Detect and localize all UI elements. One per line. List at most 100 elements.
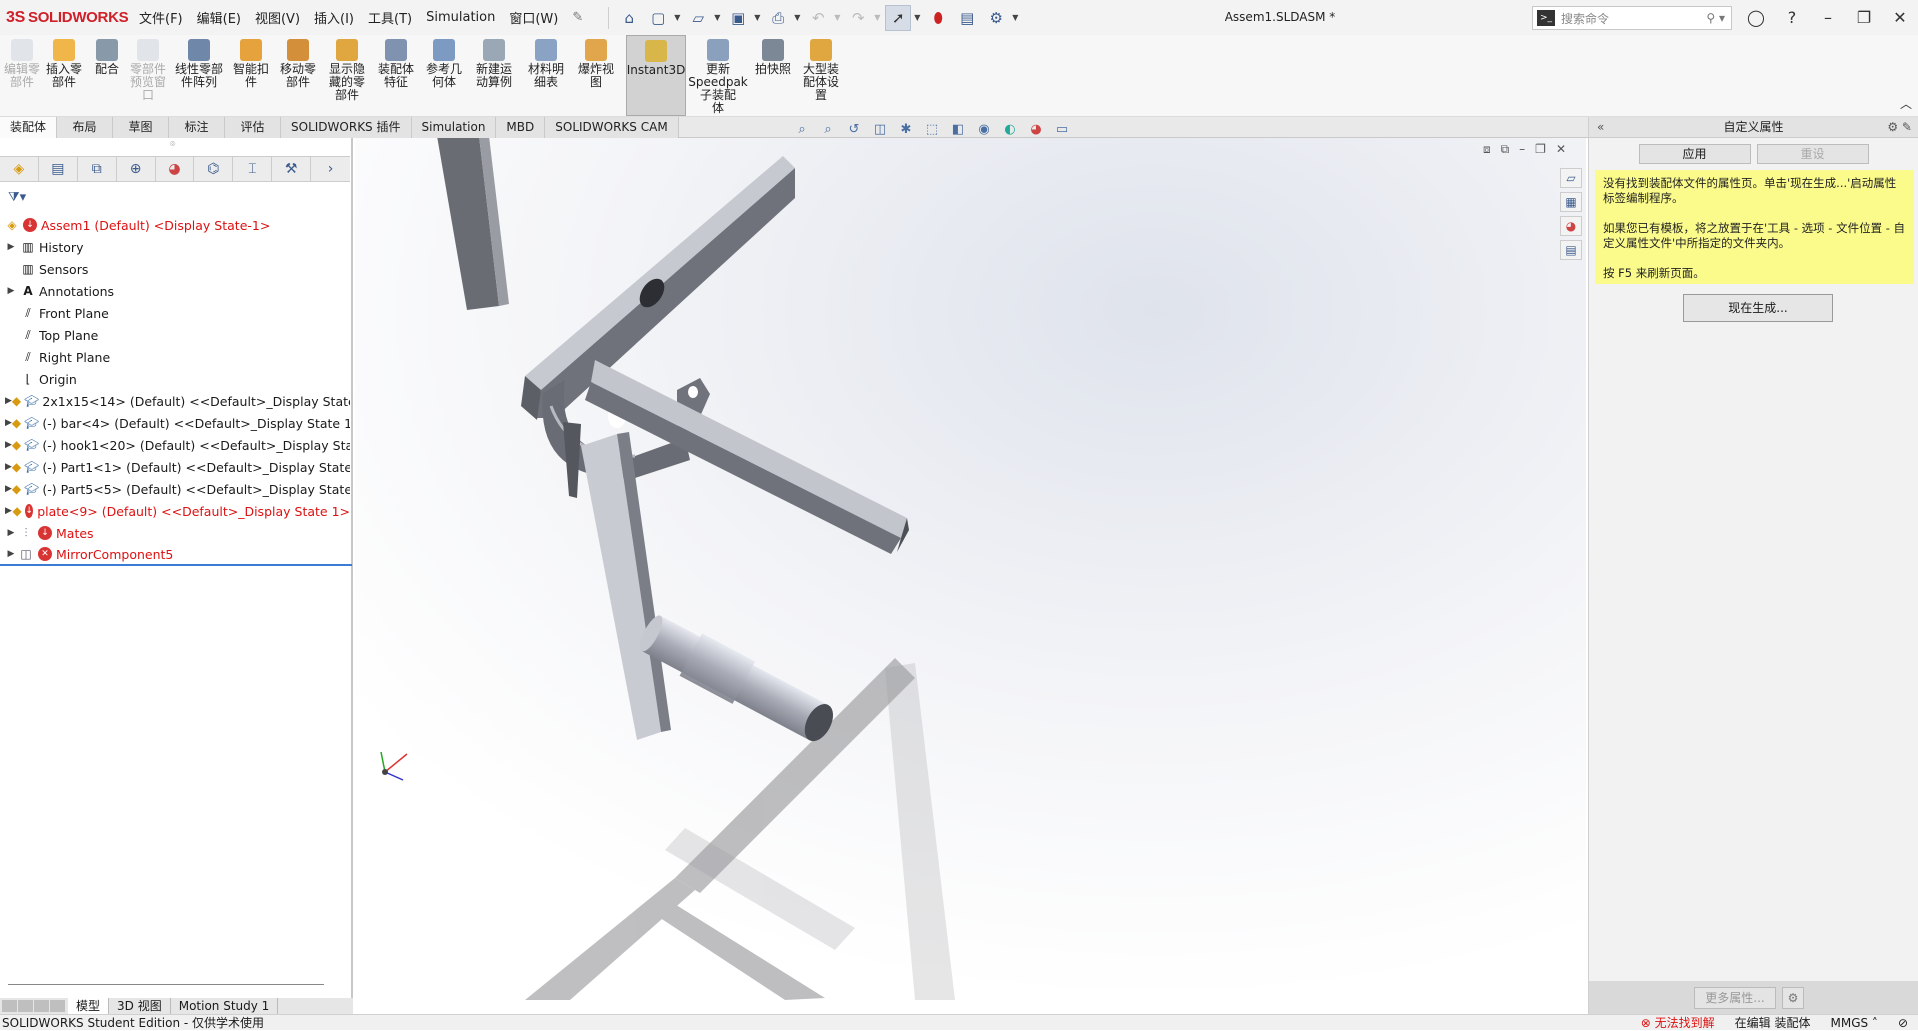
more-properties-button[interactable]: 更多属性... bbox=[1694, 986, 1776, 1009]
instant3d-button[interactable]: Instant3D bbox=[626, 35, 686, 116]
tab-sketch[interactable]: 草图 bbox=[113, 117, 170, 138]
new-document-icon[interactable]: ▢ bbox=[645, 5, 671, 31]
status-help-icon[interactable]: ⊘ bbox=[1898, 1015, 1908, 1031]
filter-icon[interactable]: ⧩▾ bbox=[8, 190, 26, 205]
dimxpert-tab-icon[interactable]: ⊕ bbox=[117, 157, 156, 181]
menu-simulation[interactable]: Simulation bbox=[419, 10, 502, 25]
cam-tools-tab-icon[interactable]: ⚒ bbox=[272, 157, 312, 181]
tree-root-assembly[interactable]: ◈ ↓ Assem1 (Default) <Display State-1> bbox=[0, 214, 350, 236]
undo-icon[interactable]: ↶ bbox=[805, 5, 831, 31]
options-gear-icon[interactable]: ⚙ bbox=[983, 5, 1009, 31]
expand-arrow-icon[interactable]: ▶ bbox=[5, 286, 17, 296]
tab-assembly[interactable]: 装配体 bbox=[0, 117, 58, 138]
hide-show-items-icon[interactable]: ◉ bbox=[974, 121, 994, 137]
tree-item-origin[interactable]: ⌊ Origin bbox=[0, 368, 350, 390]
display-style-icon[interactable]: ◧ bbox=[948, 121, 968, 137]
exploded-view-button[interactable]: 爆炸视 图 bbox=[572, 35, 620, 116]
select-cursor-icon[interactable]: ➚ bbox=[885, 4, 912, 31]
cam-feature-tree-tab-icon[interactable]: ⌬ bbox=[194, 157, 234, 181]
file-explorer-icon[interactable]: ▱ bbox=[1560, 168, 1582, 188]
panel-splitter-handle[interactable]: ⌾ bbox=[170, 140, 175, 150]
configuration-manager-tab-icon[interactable]: ⧉ bbox=[78, 157, 117, 181]
property-manager-tab-icon[interactable]: ▤ bbox=[39, 157, 78, 181]
linear-pattern-button[interactable]: 线性零部 件阵列 bbox=[170, 35, 228, 116]
tab-solidworks-cam[interactable]: SOLIDWORKS CAM bbox=[545, 117, 679, 138]
zoom-to-fit-icon[interactable]: ⌕ bbox=[792, 121, 812, 137]
help-icon[interactable]: ? bbox=[1774, 8, 1810, 27]
smart-fasteners-button[interactable]: 智能扣 件 bbox=[228, 35, 274, 116]
feature-manager-tab-icon[interactable]: ◈ bbox=[0, 157, 39, 181]
search-icon[interactable]: ⚲ ▾ bbox=[1706, 11, 1725, 25]
tree-item-top-plane[interactable]: ⫽ Top Plane bbox=[0, 324, 350, 346]
file-properties-icon[interactable]: ▤ bbox=[954, 5, 980, 31]
reset-button[interactable]: 重设 bbox=[1756, 144, 1869, 164]
chevron-down-icon[interactable]: ▼ bbox=[674, 13, 682, 22]
bill-of-materials-button[interactable]: 材料明 细表 bbox=[520, 35, 572, 116]
expand-arrow-icon[interactable]: ▶ bbox=[5, 440, 12, 450]
expand-arrow-icon[interactable]: ▶ bbox=[5, 418, 12, 428]
expand-arrow-icon[interactable]: ▶ bbox=[5, 484, 12, 494]
large-assembly-settings-button[interactable]: 大型装 配体设 置 bbox=[796, 35, 846, 116]
unit-system-selector[interactable]: MMGS ˄ bbox=[1830, 1015, 1877, 1031]
viewport-close-icon[interactable]: ✕ bbox=[1556, 142, 1566, 157]
tab-solidworks-addins[interactable]: SOLIDWORKS 插件 bbox=[281, 117, 412, 138]
custom-properties-icon[interactable]: ▤ bbox=[1560, 240, 1582, 260]
update-speedpak-button[interactable]: 更新 Speedpak 子装配 体 bbox=[686, 35, 750, 116]
assembly-features-button[interactable]: 装配体 特征 bbox=[372, 35, 420, 116]
chevron-down-icon[interactable]: ▼ bbox=[874, 13, 882, 22]
rebuild-error-status[interactable]: ⊗ 无法找到解 bbox=[1641, 1015, 1715, 1031]
show-hidden-components-button[interactable]: 显示隐 藏的零 部件 bbox=[322, 35, 372, 116]
chevron-down-icon[interactable]: ▼ bbox=[834, 13, 842, 22]
viewport-tile-icon[interactable]: ⧈ bbox=[1483, 142, 1491, 157]
component-preview-button[interactable]: 零部件 预览窗 口 bbox=[126, 35, 170, 116]
menu-edit[interactable]: 编辑(E) bbox=[190, 8, 248, 27]
insert-components-button[interactable]: 插入零 部件 bbox=[40, 35, 88, 116]
tree-item-component[interactable]: ▶ ◆ 🎓︎ (-) Part5<5> (Default) <<Default>_Di… bbox=[0, 478, 350, 500]
expand-arrow-icon[interactable]: ▶ bbox=[5, 506, 12, 516]
chevron-down-icon[interactable]: ▼ bbox=[754, 13, 762, 22]
chevron-down-icon[interactable]: ▼ bbox=[794, 13, 802, 22]
menu-insert[interactable]: 插入(I) bbox=[307, 8, 361, 27]
tree-item-right-plane[interactable]: ⫽ Right Plane bbox=[0, 346, 350, 368]
tab-model[interactable]: 模型 bbox=[68, 998, 110, 1014]
expand-arrow-icon[interactable]: ▶ bbox=[5, 396, 12, 406]
tree-item-component-error[interactable]: ▶ ◆ ↓ plate<9> (Default) <<Default>_Display… bbox=[0, 500, 350, 522]
tab-motion-study[interactable]: Motion Study 1 bbox=[171, 998, 279, 1014]
tab-scroll-buttons[interactable] bbox=[0, 1000, 68, 1012]
move-component-button[interactable]: 移动零 部件 bbox=[274, 35, 322, 116]
properties-settings-icon[interactable]: ⚙ bbox=[1782, 986, 1804, 1009]
print-icon[interactable]: ⎙ bbox=[765, 5, 791, 31]
tree-item-component[interactable]: ▶ ◆ 🎓︎ (-) hook1<20> (Default) <<Default>_D… bbox=[0, 434, 350, 456]
cam-operation-tree-tab-icon[interactable]: ⌶ bbox=[233, 157, 273, 181]
close-icon[interactable]: ✕ bbox=[1882, 8, 1918, 27]
assembly-3d-view[interactable] bbox=[355, 138, 1586, 1000]
section-view-icon[interactable]: ◫ bbox=[870, 121, 890, 137]
collapse-ribbon-icon[interactable]: ︿ bbox=[1900, 95, 1912, 112]
expand-arrow-icon[interactable]: ▶ bbox=[5, 242, 17, 252]
dynamic-annotation-icon[interactable]: ✱ bbox=[896, 121, 916, 137]
chevron-down-icon[interactable]: ▼ bbox=[914, 13, 922, 22]
tree-item-front-plane[interactable]: ⫽ Front Plane bbox=[0, 302, 350, 324]
rebuild-traffic-light-icon[interactable]: ⬮ bbox=[925, 5, 951, 31]
pin-icon[interactable]: ✎ bbox=[565, 10, 590, 25]
redo-icon[interactable]: ↷ bbox=[845, 5, 871, 31]
tab-markup[interactable]: 标注 bbox=[169, 117, 226, 138]
tree-item-mirror-component[interactable]: ▶ ◫ ✕ MirrorComponent5 bbox=[0, 544, 352, 566]
menu-view[interactable]: 视图(V) bbox=[248, 8, 307, 27]
tab-mbd[interactable]: MBD bbox=[496, 117, 546, 138]
generate-now-button[interactable]: 现在生成... bbox=[1683, 294, 1833, 322]
restore-icon[interactable]: ❐ bbox=[1846, 8, 1882, 27]
tree-item-history[interactable]: ▶ ▥ History bbox=[0, 236, 350, 258]
chevron-down-icon[interactable]: ▼ bbox=[714, 13, 722, 22]
menu-window[interactable]: 窗口(W) bbox=[502, 8, 565, 27]
expand-arrow-icon[interactable]: ▶ bbox=[5, 528, 17, 538]
tree-item-sensors[interactable]: ▥ Sensors bbox=[0, 258, 350, 280]
view-settings-icon[interactable]: ▭ bbox=[1052, 121, 1072, 137]
new-motion-study-button[interactable]: 新建运 动算例 bbox=[468, 35, 520, 116]
apply-button[interactable]: 应用 bbox=[1638, 144, 1751, 164]
user-account-icon[interactable]: ◯ bbox=[1738, 8, 1774, 27]
solidworks-logo[interactable]: 3S SOLIDWORKS bbox=[0, 9, 132, 27]
tree-item-component[interactable]: ▶ ◆ 🎓︎ (-) bar<4> (Default) <<Default>_Disp… bbox=[0, 412, 350, 434]
pane-settings-pin-icon[interactable]: ⚙ ✎ bbox=[1887, 117, 1912, 138]
zoom-to-area-icon[interactable]: ⌕ bbox=[818, 121, 838, 137]
